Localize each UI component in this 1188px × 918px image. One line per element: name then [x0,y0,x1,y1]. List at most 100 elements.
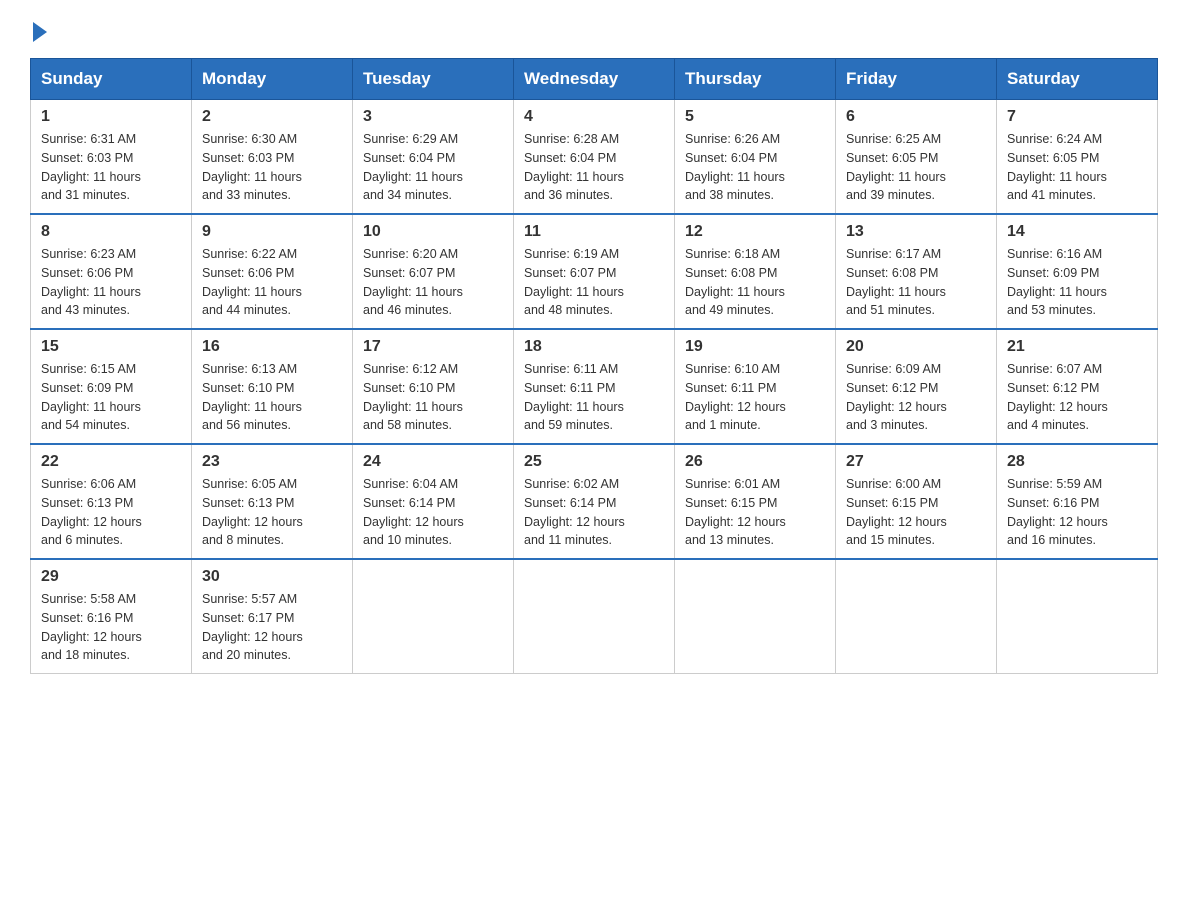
calendar-cell: 12 Sunrise: 6:18 AMSunset: 6:08 PMDayligh… [675,214,836,329]
day-number: 8 [41,223,181,241]
calendar-cell: 9 Sunrise: 6:22 AMSunset: 6:06 PMDaylight… [192,214,353,329]
calendar-table: SundayMondayTuesdayWednesdayThursdayFrid… [30,58,1158,674]
calendar-cell: 2 Sunrise: 6:30 AMSunset: 6:03 PMDaylight… [192,100,353,215]
calendar-week-row: 22 Sunrise: 6:06 AMSunset: 6:13 PMDayligh… [31,444,1158,559]
day-info: Sunrise: 6:19 AMSunset: 6:07 PMDaylight:… [524,245,664,320]
calendar-cell: 25 Sunrise: 6:02 AMSunset: 6:14 PMDayligh… [514,444,675,559]
day-info: Sunrise: 6:04 AMSunset: 6:14 PMDaylight:… [363,475,503,550]
day-number: 1 [41,108,181,126]
calendar-cell [514,559,675,674]
day-info: Sunrise: 5:57 AMSunset: 6:17 PMDaylight:… [202,590,342,665]
day-number: 24 [363,453,503,471]
day-number: 3 [363,108,503,126]
day-number: 11 [524,223,664,241]
calendar-cell: 21Sunrise: 6:07 AMSunset: 6:12 PMDayligh… [997,329,1158,444]
calendar-cell: 16Sunrise: 6:13 AMSunset: 6:10 PMDayligh… [192,329,353,444]
calendar-cell: 15 Sunrise: 6:15 AMSunset: 6:09 PMDayligh… [31,329,192,444]
column-header-wednesday: Wednesday [514,59,675,100]
calendar-cell: 24 Sunrise: 6:04 AMSunset: 6:14 PMDayligh… [353,444,514,559]
day-info: Sunrise: 6:28 AMSunset: 6:04 PMDaylight:… [524,130,664,205]
calendar-week-row: 29 Sunrise: 5:58 AMSunset: 6:16 PMDayligh… [31,559,1158,674]
calendar-cell: 10 Sunrise: 6:20 AMSunset: 6:07 PMDayligh… [353,214,514,329]
day-info: Sunrise: 6:30 AMSunset: 6:03 PMDaylight:… [202,130,342,205]
day-info: Sunrise: 6:05 AMSunset: 6:13 PMDaylight:… [202,475,342,550]
day-number: 4 [524,108,664,126]
day-info: Sunrise: 6:01 AMSunset: 6:15 PMDaylight:… [685,475,825,550]
calendar-cell: 28 Sunrise: 5:59 AMSunset: 6:16 PMDayligh… [997,444,1158,559]
calendar-cell: 17 Sunrise: 6:12 AMSunset: 6:10 PMDayligh… [353,329,514,444]
day-info: Sunrise: 6:02 AMSunset: 6:14 PMDaylight:… [524,475,664,550]
day-info: Sunrise: 6:11 AMSunset: 6:11 PMDaylight:… [524,360,664,435]
calendar-cell: 13Sunrise: 6:17 AMSunset: 6:08 PMDayligh… [836,214,997,329]
day-info: Sunrise: 6:13 AMSunset: 6:10 PMDaylight:… [202,360,342,435]
calendar-cell: 11 Sunrise: 6:19 AMSunset: 6:07 PMDayligh… [514,214,675,329]
calendar-week-row: 1 Sunrise: 6:31 AMSunset: 6:03 PMDaylight… [31,100,1158,215]
day-info: Sunrise: 6:23 AMSunset: 6:06 PMDaylight:… [41,245,181,320]
day-number: 15 [41,338,181,356]
day-info: Sunrise: 6:25 AMSunset: 6:05 PMDaylight:… [846,130,986,205]
day-info: Sunrise: 6:09 AMSunset: 6:12 PMDaylight:… [846,360,986,435]
calendar-week-row: 8 Sunrise: 6:23 AMSunset: 6:06 PMDaylight… [31,214,1158,329]
day-info: Sunrise: 5:58 AMSunset: 6:16 PMDaylight:… [41,590,181,665]
day-number: 19 [685,338,825,356]
day-info: Sunrise: 6:22 AMSunset: 6:06 PMDaylight:… [202,245,342,320]
calendar-cell: 20 Sunrise: 6:09 AMSunset: 6:12 PMDayligh… [836,329,997,444]
day-info: Sunrise: 6:18 AMSunset: 6:08 PMDaylight:… [685,245,825,320]
calendar-cell [353,559,514,674]
day-info: Sunrise: 6:06 AMSunset: 6:13 PMDaylight:… [41,475,181,550]
day-info: Sunrise: 5:59 AMSunset: 6:16 PMDaylight:… [1007,475,1147,550]
day-info: Sunrise: 6:10 AMSunset: 6:11 PMDaylight:… [685,360,825,435]
day-number: 9 [202,223,342,241]
day-info: Sunrise: 6:12 AMSunset: 6:10 PMDaylight:… [363,360,503,435]
calendar-cell: 18 Sunrise: 6:11 AMSunset: 6:11 PMDayligh… [514,329,675,444]
calendar-header-row: SundayMondayTuesdayWednesdayThursdayFrid… [31,59,1158,100]
column-header-monday: Monday [192,59,353,100]
calendar-cell: 19 Sunrise: 6:10 AMSunset: 6:11 PMDayligh… [675,329,836,444]
day-info: Sunrise: 6:16 AMSunset: 6:09 PMDaylight:… [1007,245,1147,320]
day-number: 22 [41,453,181,471]
calendar-cell: 5Sunrise: 6:26 AMSunset: 6:04 PMDaylight… [675,100,836,215]
day-info: Sunrise: 6:31 AMSunset: 6:03 PMDaylight:… [41,130,181,205]
day-number: 20 [846,338,986,356]
day-number: 10 [363,223,503,241]
logo-arrow-icon [33,22,47,42]
day-info: Sunrise: 6:00 AMSunset: 6:15 PMDaylight:… [846,475,986,550]
calendar-cell: 30 Sunrise: 5:57 AMSunset: 6:17 PMDayligh… [192,559,353,674]
calendar-cell: 26Sunrise: 6:01 AMSunset: 6:15 PMDayligh… [675,444,836,559]
day-number: 14 [1007,223,1147,241]
day-number: 12 [685,223,825,241]
calendar-cell: 4 Sunrise: 6:28 AMSunset: 6:04 PMDaylight… [514,100,675,215]
day-number: 17 [363,338,503,356]
calendar-cell: 6 Sunrise: 6:25 AMSunset: 6:05 PMDaylight… [836,100,997,215]
day-number: 28 [1007,453,1147,471]
day-number: 5 [685,108,825,126]
day-number: 21 [1007,338,1147,356]
day-number: 23 [202,453,342,471]
day-number: 25 [524,453,664,471]
header [30,20,1158,38]
day-info: Sunrise: 6:24 AMSunset: 6:05 PMDaylight:… [1007,130,1147,205]
column-header-tuesday: Tuesday [353,59,514,100]
day-info: Sunrise: 6:29 AMSunset: 6:04 PMDaylight:… [363,130,503,205]
calendar-cell [675,559,836,674]
column-header-saturday: Saturday [997,59,1158,100]
day-number: 7 [1007,108,1147,126]
calendar-cell: 14 Sunrise: 6:16 AMSunset: 6:09 PMDayligh… [997,214,1158,329]
day-number: 30 [202,568,342,586]
day-info: Sunrise: 6:20 AMSunset: 6:07 PMDaylight:… [363,245,503,320]
calendar-cell [997,559,1158,674]
calendar-cell: 23 Sunrise: 6:05 AMSunset: 6:13 PMDayligh… [192,444,353,559]
calendar-cell: 8 Sunrise: 6:23 AMSunset: 6:06 PMDaylight… [31,214,192,329]
calendar-cell: 3 Sunrise: 6:29 AMSunset: 6:04 PMDaylight… [353,100,514,215]
column-header-sunday: Sunday [31,59,192,100]
day-info: Sunrise: 6:17 AMSunset: 6:08 PMDaylight:… [846,245,986,320]
day-number: 27 [846,453,986,471]
calendar-cell: 27 Sunrise: 6:00 AMSunset: 6:15 PMDayligh… [836,444,997,559]
day-number: 6 [846,108,986,126]
day-number: 18 [524,338,664,356]
calendar-cell: 29 Sunrise: 5:58 AMSunset: 6:16 PMDayligh… [31,559,192,674]
day-number: 29 [41,568,181,586]
day-number: 2 [202,108,342,126]
day-info: Sunrise: 6:15 AMSunset: 6:09 PMDaylight:… [41,360,181,435]
logo [30,20,47,38]
